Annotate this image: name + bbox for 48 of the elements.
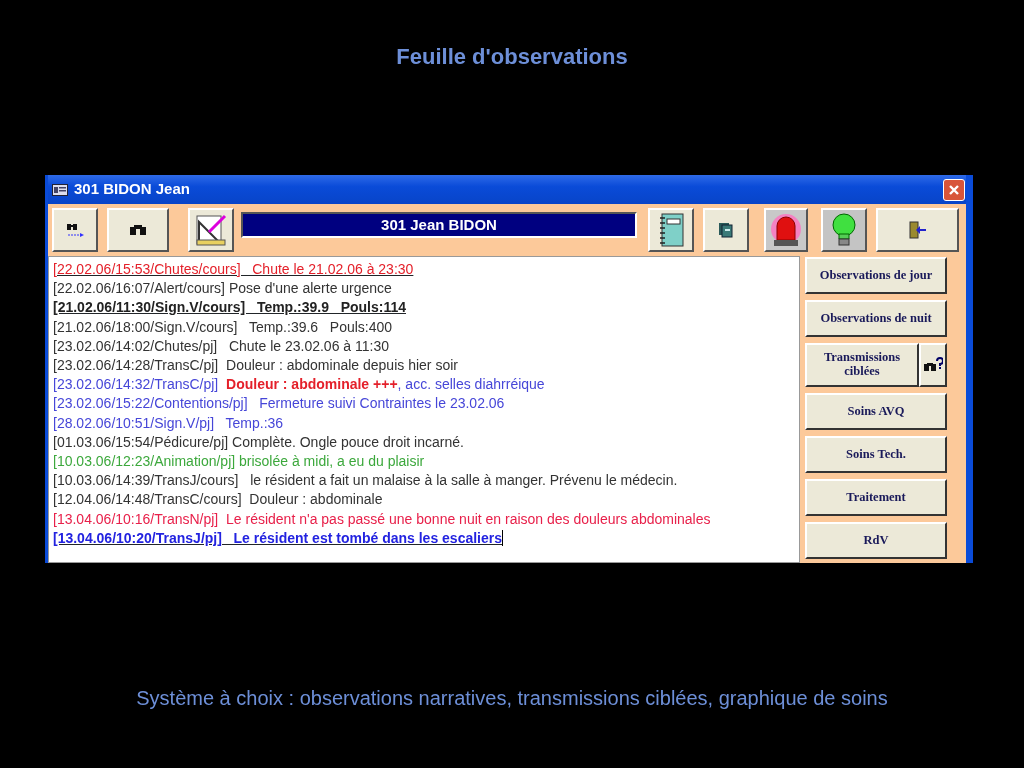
observations-text-area[interactable]: [48, 256, 800, 563]
alarm-button[interactable]: [764, 208, 808, 252]
stacked-pages-icon: [717, 221, 735, 239]
section-button[interactable]: Transmissions ciblées: [805, 343, 919, 387]
search-help-button[interactable]: [919, 343, 947, 387]
binoculars-arrow-icon: [65, 222, 85, 238]
log-entry: [01.03.06/15:54/Pédicure/pj] Complète. Ongle pouce droit incarné.: [53, 433, 464, 450]
siren-icon: [769, 212, 803, 248]
log-entry: [21.02.06/11:30/Sign.V/cours] Temp.:39.9 Pouls:114: [53, 299, 406, 316]
door-exit-icon: [907, 221, 928, 239]
light-bulb-icon: [831, 212, 857, 248]
close-icon: [948, 183, 960, 196]
patient-banner: 301 Jean BIDON: [241, 212, 637, 238]
binoculars-question-icon: [923, 357, 943, 373]
window-icon: [52, 183, 68, 196]
drafting-tool-button[interactable]: [188, 208, 234, 252]
notebook-button[interactable]: [648, 208, 694, 252]
binoculars-icon: [129, 224, 147, 236]
section-button[interactable]: Observations de nuit: [805, 300, 947, 337]
hint-button[interactable]: [821, 208, 867, 252]
log-entry: [22.02.06/16:07/Alert/cours] Pose d'une alerte urgence: [53, 280, 392, 297]
log-entry: [28.02.06/10:51/Sign.V/pj] Temp.:36: [53, 414, 284, 431]
slide-caption: Système à choix : observations narratives, transmissions ciblées, graphique de soins: [135, 686, 889, 711]
drafting-tools-icon: [193, 212, 229, 248]
close-button[interactable]: [943, 178, 965, 201]
window-title: 301 BIDON Jean: [74, 179, 191, 200]
section-button[interactable]: Observations de jour: [805, 257, 947, 294]
section-button[interactable]: Soins Tech.: [805, 436, 947, 473]
log-entry: [23.02.06/15:22/Contentions/pj] Fermeture suivi Contraintes le 23.02.06: [53, 395, 505, 412]
log-entry: [23.02.06/14:32/TransC/pj] Douleur : abdominale +++, acc. selles diahrréique: [53, 376, 545, 393]
notebook-icon: [657, 212, 685, 248]
log-entry: [22.02.06/15:53/Chutes/cours] Chute le 21.02.06 à 23:30: [53, 261, 414, 277]
log-entry: [23.02.06/14:28/TransC/pj] Douleur : abdominale depuis hier soir: [53, 357, 458, 373]
log-entry: [21.02.06/18:00/Sign.V/cours] Temp.:39.6 Pouls:400: [53, 318, 393, 335]
search-button[interactable]: [107, 208, 169, 252]
log-entry: [12.04.06/14:48/TransC/cours] Douleur : abdominale: [53, 491, 383, 508]
log-entry: [23.02.06/14:02/Chutes/pj] Chute le 23.02.06 à 11:30: [53, 337, 389, 354]
section-button[interactable]: RdV: [805, 522, 947, 559]
log-entry: [13.04.06/10:20/TransJ/pj] Le résident est tombé dans les escaliers: [53, 529, 503, 546]
log-entry: [13.04.06/10:16/TransN/pj] Le résident n'a pas passé une bonne nuit en raison des douleurs abdominales: [53, 510, 711, 527]
log-entry: [10.03.06/12:23/Animation/pj] brisolée à midi, a eu du plaisir: [53, 453, 425, 470]
log-entry: [10.03.06/14:39/TransJ/cours] le résident a fait un malaise à la salle à manger. Prévenu le médecin.: [53, 472, 678, 489]
exit-button[interactable]: [876, 208, 959, 252]
section-button[interactable]: Traitement: [805, 479, 947, 516]
section-button[interactable]: Soins AVQ: [805, 393, 947, 430]
find-next-button[interactable]: [52, 208, 98, 252]
copy-button[interactable]: [703, 208, 749, 252]
slide-title: Feuille d'observations: [395, 43, 629, 71]
